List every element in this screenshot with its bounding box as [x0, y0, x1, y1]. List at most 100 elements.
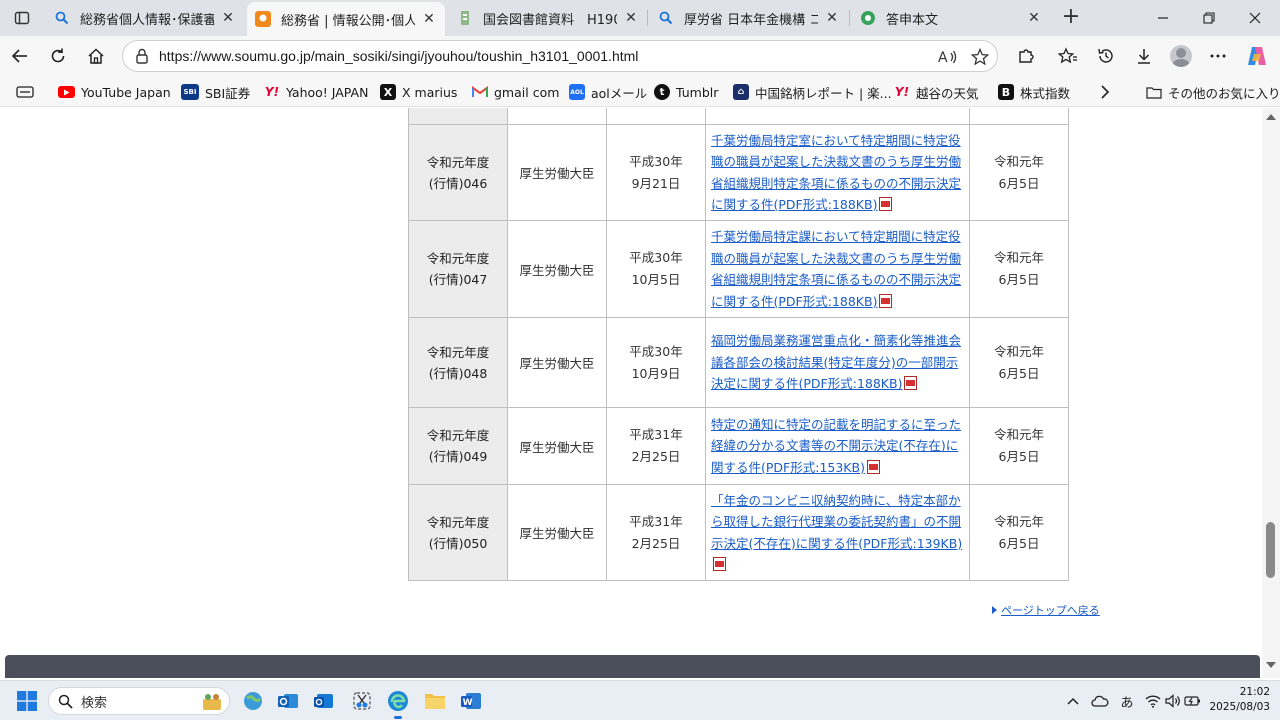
- restore-button[interactable]: [1186, 6, 1232, 30]
- new-tab-button[interactable]: +: [1058, 5, 1084, 31]
- chevron-up-icon: [1067, 697, 1079, 705]
- favorite-yahoo[interactable]: Y! Yahoo! JAPAN: [264, 81, 369, 103]
- gmail-icon: [472, 84, 488, 100]
- refresh-button[interactable]: [44, 42, 72, 70]
- case-id: (行情)050: [428, 535, 488, 551]
- close-tab-icon[interactable]: ✕: [824, 10, 840, 26]
- table-cell: [606, 108, 706, 125]
- case-title-cell: 福岡労働局業務運営重点化・簡素化等推進会議各部会の検討結果(特定年度分)の一部開…: [705, 317, 970, 408]
- taskbar-word[interactable]: W: [458, 688, 484, 714]
- other-favorites-folder[interactable]: その他のお気に入り: [1146, 81, 1280, 103]
- history-button[interactable]: [1092, 42, 1120, 70]
- favorite-chinese-report[interactable]: ⌂ 中国銘柄レポート | 楽...: [733, 81, 892, 103]
- favorite-sbi[interactable]: SBI SBI証券: [181, 81, 250, 103]
- date-year: 平成30年: [629, 250, 683, 265]
- close-tab-icon[interactable]: ✕: [1026, 10, 1042, 26]
- tab-3[interactable]: 厚労省 日本年金機構 コン ✕: [650, 4, 848, 32]
- minimize-button[interactable]: [1140, 6, 1186, 30]
- vertical-scrollbar[interactable]: [1262, 108, 1280, 678]
- answer-year: 令和元年: [993, 343, 1044, 359]
- favorite-star-icon[interactable]: [969, 46, 991, 68]
- downloads-button[interactable]: [1130, 42, 1158, 70]
- scrollbar-thumb[interactable]: [1266, 522, 1275, 578]
- minimize-icon: [1158, 17, 1168, 19]
- settings-more-button[interactable]: [1204, 42, 1232, 70]
- taskbar-edge[interactable]: [385, 688, 411, 714]
- favorites-overflow-button[interactable]: [1100, 81, 1110, 103]
- profile-avatar[interactable]: [1170, 45, 1192, 67]
- favorite-x[interactable]: X X marius: [380, 81, 457, 103]
- taskbar-outlook[interactable]: [311, 688, 337, 714]
- taskbar-widgets[interactable]: [240, 688, 266, 714]
- reading-list-button[interactable]: [16, 81, 34, 103]
- favorite-youtube[interactable]: YouTube Japan: [58, 81, 171, 103]
- b-icon: B: [998, 84, 1014, 100]
- case-number-cell: 令和元年度 (行情)048: [408, 317, 508, 408]
- tab-actions-button[interactable]: [8, 6, 36, 30]
- taskbar-clock[interactable]: 21:02 2025/08/03: [1206, 685, 1270, 715]
- back-button[interactable]: [6, 42, 34, 70]
- tab-4[interactable]: 答申本文 ✕: [852, 4, 1050, 32]
- battery-button[interactable]: [1184, 691, 1202, 711]
- date-year: 平成30年: [629, 153, 683, 169]
- case-pdf-link[interactable]: 特定の通知に特定の記載を明記するに至った経緯の分かる文書等の不開示決定(不存在)…: [711, 417, 961, 475]
- case-pdf-link[interactable]: 「年金のコンビニ収納契約時に、特定本部から取得した銀行代理業の委託契約書」の不開…: [711, 493, 962, 551]
- copilot-icon: [1248, 47, 1266, 65]
- close-window-button[interactable]: [1232, 6, 1278, 30]
- outlook-icon: [278, 694, 298, 708]
- show-hidden-icons-button[interactable]: [1066, 691, 1080, 711]
- volume-button[interactable]: [1164, 691, 1182, 711]
- case-id: (行情)048: [428, 365, 488, 381]
- tab-0[interactable]: 総務省個人情報･保護審議 ✕: [46, 4, 244, 32]
- taskbar-file-explorer[interactable]: [422, 688, 448, 714]
- favorite-label: gmail com: [494, 84, 560, 100]
- close-tab-icon[interactable]: ✕: [623, 10, 639, 26]
- pdf-icon: [866, 459, 880, 474]
- pdf-icon: [713, 557, 726, 571]
- close-tab-icon[interactable]: ✕: [421, 11, 437, 27]
- favorite-label: Tumblr: [676, 84, 719, 100]
- favorite-gmail[interactable]: gmail com: [472, 81, 559, 103]
- case-id: (行情)047: [428, 272, 488, 287]
- read-aloud-icon[interactable]: A: [937, 46, 959, 68]
- table-row: 令和元年度 (行情)047 厚生労働大臣 平成30年 10月5日 千葉労働局特定課に…: [408, 220, 1069, 318]
- favorite-stock-index[interactable]: B 株式指数: [998, 81, 1070, 103]
- start-button[interactable]: [14, 688, 40, 714]
- case-pdf-link[interactable]: 千葉労働局特定室において特定期間に特定役職の職員が起案した決裁文書のうち厚生労働…: [711, 133, 961, 213]
- svg-text:W: W: [463, 698, 473, 708]
- scroll-up-arrow-icon[interactable]: [1266, 114, 1276, 120]
- favorite-weather[interactable]: Y! 越谷の天気: [894, 81, 979, 103]
- table-row: 令和元年度 (行情)046 厚生労働大臣 平成30年 9月21日 千葉労働局特定室に…: [408, 124, 1069, 221]
- tab-strip: 総務省個人情報･保護審議 ✕ 総務省 | 情報公開･個人情 ✕ 国会図書館資料 …: [0, 0, 1280, 36]
- home-button[interactable]: [82, 42, 110, 70]
- copilot-button[interactable]: [1243, 42, 1271, 70]
- extensions-button[interactable]: [1012, 42, 1040, 70]
- favorites-bar: YouTube Japan SBI SBI証券 Y! Yahoo! JAPAN …: [0, 77, 1280, 107]
- case-number-cell: 令和元年度 (行情)050: [408, 484, 508, 581]
- taskbar-search-box[interactable]: 検索: [48, 687, 230, 715]
- date-day: 2月25日: [631, 535, 681, 551]
- tab-1[interactable]: 総務省 | 情報公開･個人情 ✕: [247, 2, 445, 36]
- case-pdf-link[interactable]: 福岡労働局業務運営重点化・簡素化等推進会議各部会の検討結果(特定年度分)の一部開…: [711, 333, 961, 391]
- address-bar[interactable]: https://www.soumu.go.jp/main_sosiki/sing…: [122, 40, 998, 72]
- scroll-down-arrow-icon[interactable]: [1266, 662, 1276, 668]
- restore-icon: [1203, 12, 1215, 24]
- tab-title: 厚労省 日本年金機構 コン: [684, 12, 818, 28]
- ministry-cell: 厚生労働大臣: [507, 317, 607, 408]
- taskbar-outlook-classic[interactable]: [275, 688, 301, 714]
- site-info-icon[interactable]: [133, 47, 151, 65]
- favorite-aol[interactable]: AOL aolメール: [569, 81, 647, 103]
- case-title-cell: 特定の通知に特定の記載を明記するに至った経緯の分かる文書等の不開示決定(不存在)…: [705, 407, 970, 485]
- ime-mode-indicator[interactable]: あ: [1118, 691, 1136, 711]
- sbi-icon: SBI: [181, 84, 199, 100]
- favorite-tumblr[interactable]: t Tumblr: [654, 81, 718, 103]
- onedrive-button[interactable]: [1090, 691, 1110, 711]
- chevron-right-icon: [1101, 85, 1110, 99]
- page-top-link[interactable]: ページトップへ戻る: [992, 602, 1100, 618]
- close-tab-icon[interactable]: ✕: [220, 10, 236, 26]
- favorites-button[interactable]: [1054, 42, 1082, 70]
- case-pdf-link[interactable]: 千葉労働局特定課において特定期間に特定役職の職員が起案した決裁文書のうち厚生労働…: [711, 229, 961, 309]
- tab-2[interactable]: 国会図書館資料 H1907 ✕: [449, 4, 647, 32]
- taskbar-snipping-tool[interactable]: [349, 688, 375, 714]
- network-button[interactable]: [1144, 691, 1162, 711]
